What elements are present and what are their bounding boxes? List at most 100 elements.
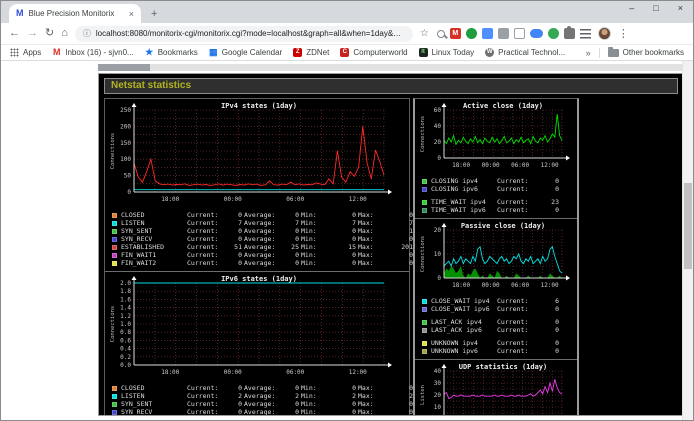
legend-row: LAST_ACK ipv6Current:0 [422, 326, 575, 334]
legend-row: CLOSING ipv6Current:0 [422, 185, 575, 193]
svg-text:20: 20 [434, 227, 442, 234]
tab-close-icon[interactable]: × [129, 9, 134, 19]
wordpress-icon: W [485, 48, 494, 57]
bookmarks-overflow-icon[interactable]: » [586, 48, 591, 58]
other-bookmarks-button[interactable]: Other bookmarks [608, 48, 684, 57]
svg-text:00:00: 00:00 [482, 162, 500, 169]
browser-tab[interactable]: M Blue Precision Monitorix × [9, 4, 141, 23]
circle-extension-icon[interactable] [548, 28, 559, 39]
chrome-menu-icon[interactable]: ⋮ [618, 27, 629, 40]
legend-row: UNKNOWN ipv4Current:0 [422, 339, 575, 347]
svg-text:0.6: 0.6 [120, 337, 131, 344]
bookmark-practical-technology[interactable]: W Practical Technol... [485, 48, 565, 57]
legend-color-swatch [112, 410, 117, 415]
udp-statistics-chart[interactable]: 01020304018:0000:0006:0012:00UDP statist… [418, 362, 575, 416]
new-tab-button[interactable]: + [151, 9, 157, 20]
copy-extension-icon[interactable] [482, 28, 493, 39]
bookmark-inbox[interactable]: M Inbox (16) - sjvn0... [52, 48, 133, 57]
legend-row: SYN_SENTCurrent:0Average:0Min:0Max:0 [112, 400, 407, 408]
svg-text:1.2: 1.2 [120, 313, 131, 320]
tab-title: Blue Precision Monitorix [29, 9, 124, 18]
bookmark-star-icon[interactable]: ☆ [420, 28, 429, 39]
oval-extension-icon[interactable] [530, 29, 543, 38]
url-text[interactable]: localhost:8080/monitorix-cgi/monitorix.c… [96, 29, 405, 38]
mail-extension-icon[interactable]: M [450, 28, 461, 39]
reload-icon[interactable]: ↻ [45, 28, 54, 39]
svg-text:0: 0 [437, 155, 441, 162]
legend-color-swatch [112, 213, 117, 218]
forward-icon[interactable]: → [27, 28, 38, 39]
passive-close-panel: 0102018:0000:0006:0012:00Passive close (… [415, 218, 577, 359]
legend-row: LISTENCurrent:7Average:7Min:7Max:7 [112, 219, 407, 227]
star-icon: ★ [145, 48, 154, 57]
svg-text:Connections: Connections [420, 116, 426, 152]
ipv4-states-chart[interactable]: 05010015020025018:0000:0006:0012:00IPv4 … [108, 101, 407, 209]
legend-row: ESTABLISHEDCurrent:51Average:25Min:15Max… [112, 243, 407, 251]
svg-text:40: 40 [434, 368, 442, 375]
legend-row: SYN_SENTCurrent:0Average:0Min:0Max:1 [112, 227, 407, 235]
legend-color-swatch [112, 237, 117, 242]
bookmark-google-calendar[interactable]: ▦ Google Calendar [209, 48, 282, 57]
browser-window: M Blue Precision Monitorix × + – □ × ← →… [0, 0, 694, 421]
minimize-button[interactable]: – [629, 4, 634, 13]
svg-text:0: 0 [437, 275, 441, 282]
back-icon[interactable]: ← [9, 28, 20, 39]
site-info-icon[interactable]: ⓘ [83, 28, 91, 39]
ipv6-states-panel: 0.00.20.40.60.81.01.21.41.61.82.018:0000… [105, 271, 409, 416]
vertical-scrollbar[interactable] [682, 61, 693, 420]
close-window-button[interactable]: × [678, 4, 683, 13]
active-close-chart[interactable]: 020406018:0000:0006:0012:00Active close … [418, 101, 575, 175]
svg-text:Passive close (1day): Passive close (1day) [461, 222, 545, 230]
legend-row: CLOSE_WAIT ipv4Current:6 [422, 297, 575, 305]
passive-close-chart[interactable]: 0102018:0000:0006:0012:00Passive close (… [418, 221, 575, 295]
svg-text:00:00: 00:00 [224, 196, 242, 203]
square-extension-icon[interactable] [514, 28, 525, 39]
legend-color-swatch [112, 386, 117, 391]
legend-row: CLOSEDCurrent:0Average:0Min:0Max:0 [112, 384, 407, 392]
profile-avatar[interactable] [598, 27, 611, 40]
svg-text:1.6: 1.6 [120, 296, 131, 303]
svg-text:0.0: 0.0 [120, 362, 131, 369]
svg-text:0.4: 0.4 [120, 346, 131, 353]
passive-close-legend: CLOSE_WAIT ipv4Current:6CLOSE_WAIT ipv6C… [418, 295, 575, 355]
legend-color-swatch [422, 200, 427, 205]
legend-color-swatch [112, 253, 117, 258]
home-icon[interactable]: ⌂ [61, 28, 68, 39]
browser-toolbar: ← → ↻ ⌂ ⓘ localhost:8080/monitorix-cgi/m… [1, 23, 693, 45]
svg-text:UDP statistics (1day): UDP statistics (1day) [459, 363, 548, 371]
screenshot-extension-icon[interactable] [498, 28, 509, 39]
vertical-scrollbar-thumb[interactable] [684, 183, 692, 269]
svg-text:150: 150 [120, 140, 131, 147]
ipv6-states-chart[interactable]: 0.00.20.40.60.81.01.21.41.61.82.018:0000… [108, 274, 407, 382]
left-chart-column: 05010015020025018:0000:0006:0012:00IPv4 … [104, 98, 410, 416]
apps-grid-icon [10, 48, 19, 57]
extensions-puzzle-icon[interactable] [564, 28, 575, 39]
svg-text:20: 20 [434, 392, 442, 399]
playlist-extension-icon[interactable] [580, 29, 591, 39]
right-chart-column: 020406018:0000:0006:0012:00Active close … [413, 98, 579, 416]
bookmark-zdnet[interactable]: Z ZDNet [293, 48, 329, 57]
legend-color-swatch [112, 261, 117, 266]
svg-text:30: 30 [434, 380, 442, 387]
svg-text:10: 10 [434, 404, 442, 411]
gmail-icon: M [52, 48, 61, 57]
horizontal-scrollbar-thumb[interactable] [98, 64, 150, 71]
bookmark-computerworld[interactable]: C Computerworld [340, 48, 407, 57]
hangouts-extension-icon[interactable] [466, 28, 477, 39]
legend-color-swatch [112, 394, 117, 399]
bookmark-bookmarks[interactable]: ★ Bookmarks [145, 48, 198, 57]
legend-color-swatch [422, 187, 427, 192]
svg-text:50: 50 [124, 173, 132, 180]
bookmark-linux-today[interactable]: lt Linux Today [419, 48, 475, 57]
search-extension-icon[interactable] [437, 30, 445, 38]
svg-text:18:00: 18:00 [452, 282, 470, 289]
svg-text:0.8: 0.8 [120, 329, 131, 336]
bookmark-apps[interactable]: Apps [10, 48, 41, 57]
monitorix-favicon-icon: M [16, 9, 24, 18]
address-bar[interactable]: ⓘ localhost:8080/monitorix-cgi/monitorix… [75, 26, 413, 42]
svg-text:12:00: 12:00 [349, 196, 367, 203]
charts-body: 05010015020025018:0000:0006:0012:00IPv4 … [104, 98, 678, 416]
linux-today-icon: lt [419, 48, 428, 57]
maximize-button[interactable]: □ [653, 4, 658, 13]
horizontal-scrollbar[interactable] [98, 64, 684, 71]
